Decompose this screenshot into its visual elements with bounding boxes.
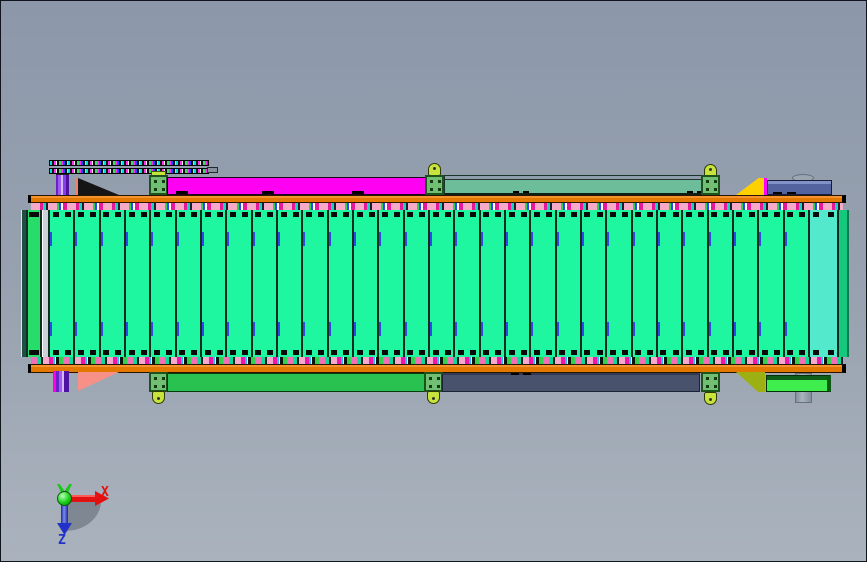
conveyor-slat[interactable] xyxy=(402,210,429,357)
conveyor-slat[interactable] xyxy=(377,210,403,357)
chain-link-row-top xyxy=(31,203,843,210)
conveyor-slat[interactable] xyxy=(579,210,606,357)
conveyor-slat[interactable] xyxy=(149,210,175,357)
conveyor-slat-gray[interactable] xyxy=(40,210,48,357)
conveyor-slat[interactable] xyxy=(326,210,353,357)
conveyor-slat[interactable] xyxy=(250,210,277,357)
seafoam-beam[interactable] xyxy=(444,175,702,195)
mount-bracket-bottom-mid[interactable] xyxy=(424,372,443,392)
conveyor-slat[interactable] xyxy=(174,210,201,357)
conveyor-slat[interactable] xyxy=(731,210,758,357)
conveyor-slat[interactable] xyxy=(453,210,479,357)
mount-bracket-bottom-left[interactable] xyxy=(149,372,168,392)
black-wedge-guide-top[interactable] xyxy=(78,178,119,195)
mount-bracket-top-left[interactable] xyxy=(149,175,168,195)
chain-row-upper xyxy=(49,160,209,166)
mount-bracket-top-right[interactable] xyxy=(701,175,720,195)
conveyor-slat[interactable] xyxy=(706,210,733,357)
conveyor-slat[interactable] xyxy=(605,210,631,357)
z-axis-arrow[interactable] xyxy=(61,504,68,525)
olive-wedge-guide[interactable] xyxy=(736,372,765,392)
conveyor-slat[interactable] xyxy=(681,210,707,357)
pink-wedge-guide[interactable] xyxy=(78,372,119,391)
lifting-lug-bottom-mid[interactable] xyxy=(427,391,440,404)
mount-bracket-bottom-right[interactable] xyxy=(701,372,720,392)
chain-link-row-bottom xyxy=(31,357,843,364)
conveyor-slat[interactable] xyxy=(73,210,99,357)
x-axis-label: X xyxy=(101,485,109,500)
conveyor-slat[interactable] xyxy=(757,210,783,357)
yellow-wedge-guide[interactable] xyxy=(736,178,765,195)
conveyor-slat-teal[interactable] xyxy=(808,210,837,357)
conveyor-slat[interactable] xyxy=(630,210,657,357)
conveyor-slat[interactable] xyxy=(554,210,581,357)
lifting-lug-bottom-right[interactable] xyxy=(704,392,717,405)
cad-viewport[interactable]: X Z xyxy=(0,0,867,562)
green-beam[interactable] xyxy=(167,373,425,392)
conveyor-belt[interactable] xyxy=(21,210,849,357)
salmon-sliver xyxy=(76,178,78,195)
conveyor-slat[interactable] xyxy=(427,210,454,357)
purple-guide-bottom[interactable] xyxy=(53,371,69,392)
magenta-beam[interactable] xyxy=(167,177,426,195)
conveyor-slat[interactable] xyxy=(503,210,530,357)
z-axis-label: Z xyxy=(58,533,66,548)
chain-row-lower xyxy=(49,168,209,174)
purple-guide-top[interactable] xyxy=(56,174,69,195)
conveyor-slat[interactable] xyxy=(301,210,327,357)
chain-bar-stub xyxy=(207,167,218,173)
slate-beam-bottom[interactable] xyxy=(442,373,700,392)
lifting-lug-bottom-left[interactable] xyxy=(152,391,165,404)
roller-chain-bar[interactable] xyxy=(49,160,209,174)
conveyor-slat[interactable] xyxy=(529,210,555,357)
conveyor-slat[interactable] xyxy=(275,210,302,357)
mount-bracket-top-mid[interactable] xyxy=(425,175,444,195)
orange-side-rail-top[interactable] xyxy=(28,195,846,203)
conveyor-slat[interactable] xyxy=(351,210,378,357)
bright-green-beam[interactable] xyxy=(766,375,831,392)
conveyor-slat[interactable] xyxy=(225,210,251,357)
conveyor-slat-first[interactable] xyxy=(26,210,40,357)
slate-beam-top[interactable] xyxy=(767,180,832,195)
x-axis-arrow[interactable] xyxy=(68,495,97,502)
conveyor-slat[interactable] xyxy=(48,210,74,357)
conveyor-slats xyxy=(48,210,809,357)
belt-right-edge xyxy=(837,210,849,357)
conveyor-slat[interactable] xyxy=(123,210,150,357)
conveyor-slat[interactable] xyxy=(782,210,809,357)
conveyor-slat[interactable] xyxy=(98,210,125,357)
conveyor-slat[interactable] xyxy=(655,210,682,357)
conveyor-slat[interactable] xyxy=(199,210,226,357)
conveyor-slat[interactable] xyxy=(478,210,505,357)
triad-origin-ball[interactable] xyxy=(57,491,72,506)
